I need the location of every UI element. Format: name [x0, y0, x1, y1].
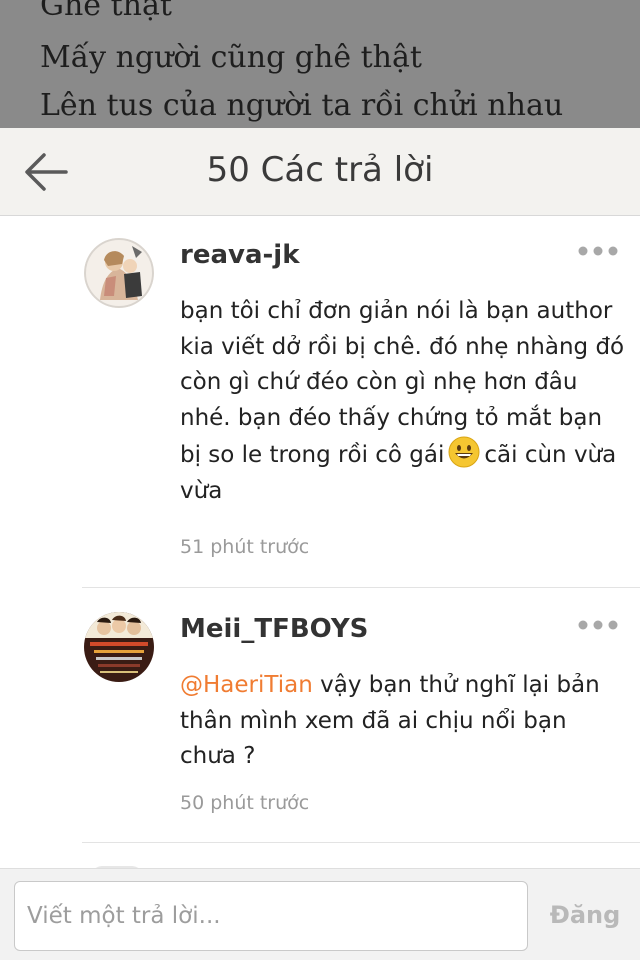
more-dots-icon — [578, 620, 618, 630]
story-line: Lên tus của người ta rồi chửi nhau — [40, 88, 564, 123]
avatar[interactable] — [84, 612, 154, 682]
replies-header: 50 Các trả lời — [0, 128, 640, 216]
more-dots-icon — [578, 246, 618, 256]
comment-divider — [82, 587, 640, 588]
comment-divider — [82, 842, 640, 843]
user-mention-link[interactable]: @HaeriTian — [180, 672, 313, 698]
comment-username[interactable]: Meii_TFBOYS — [180, 614, 368, 644]
avatar-image — [84, 238, 154, 308]
background-story-text: Ghê thật Mấy người cũng ghê thật Lên tus… — [0, 0, 640, 128]
more-options-button[interactable] — [578, 240, 618, 262]
comment-body: bạn tôi chỉ đơn giản nói là bạn author k… — [180, 294, 626, 509]
comment-timestamp: 50 phút trước — [180, 792, 310, 814]
comment-body: @HaeriTian vậy bạn thử nghĩ lại bản thân… — [180, 668, 626, 775]
grinning-face-emoji — [448, 436, 480, 468]
post-button[interactable]: Đăng — [540, 887, 630, 943]
story-line: Mấy người cũng ghê thật — [40, 40, 422, 75]
comment-timestamp: 51 phút trước — [180, 536, 310, 558]
comment-item: reava-jk bạn tôi chỉ đơn giản nói là bạn… — [82, 238, 640, 568]
page-title: 50 Các trả lời — [206, 150, 434, 190]
avatar-image — [84, 612, 154, 682]
reply-bar: Đăng — [0, 868, 640, 960]
story-line: Ghê thật — [40, 0, 172, 23]
more-options-button[interactable] — [578, 614, 618, 636]
reply-input[interactable] — [14, 881, 528, 951]
comment-item: Meii_TFBOYS @HaeriTian vậy bạn thử nghĩ … — [82, 612, 640, 832]
avatar[interactable] — [84, 238, 154, 308]
comment-username[interactable]: reava-jk — [180, 240, 300, 270]
